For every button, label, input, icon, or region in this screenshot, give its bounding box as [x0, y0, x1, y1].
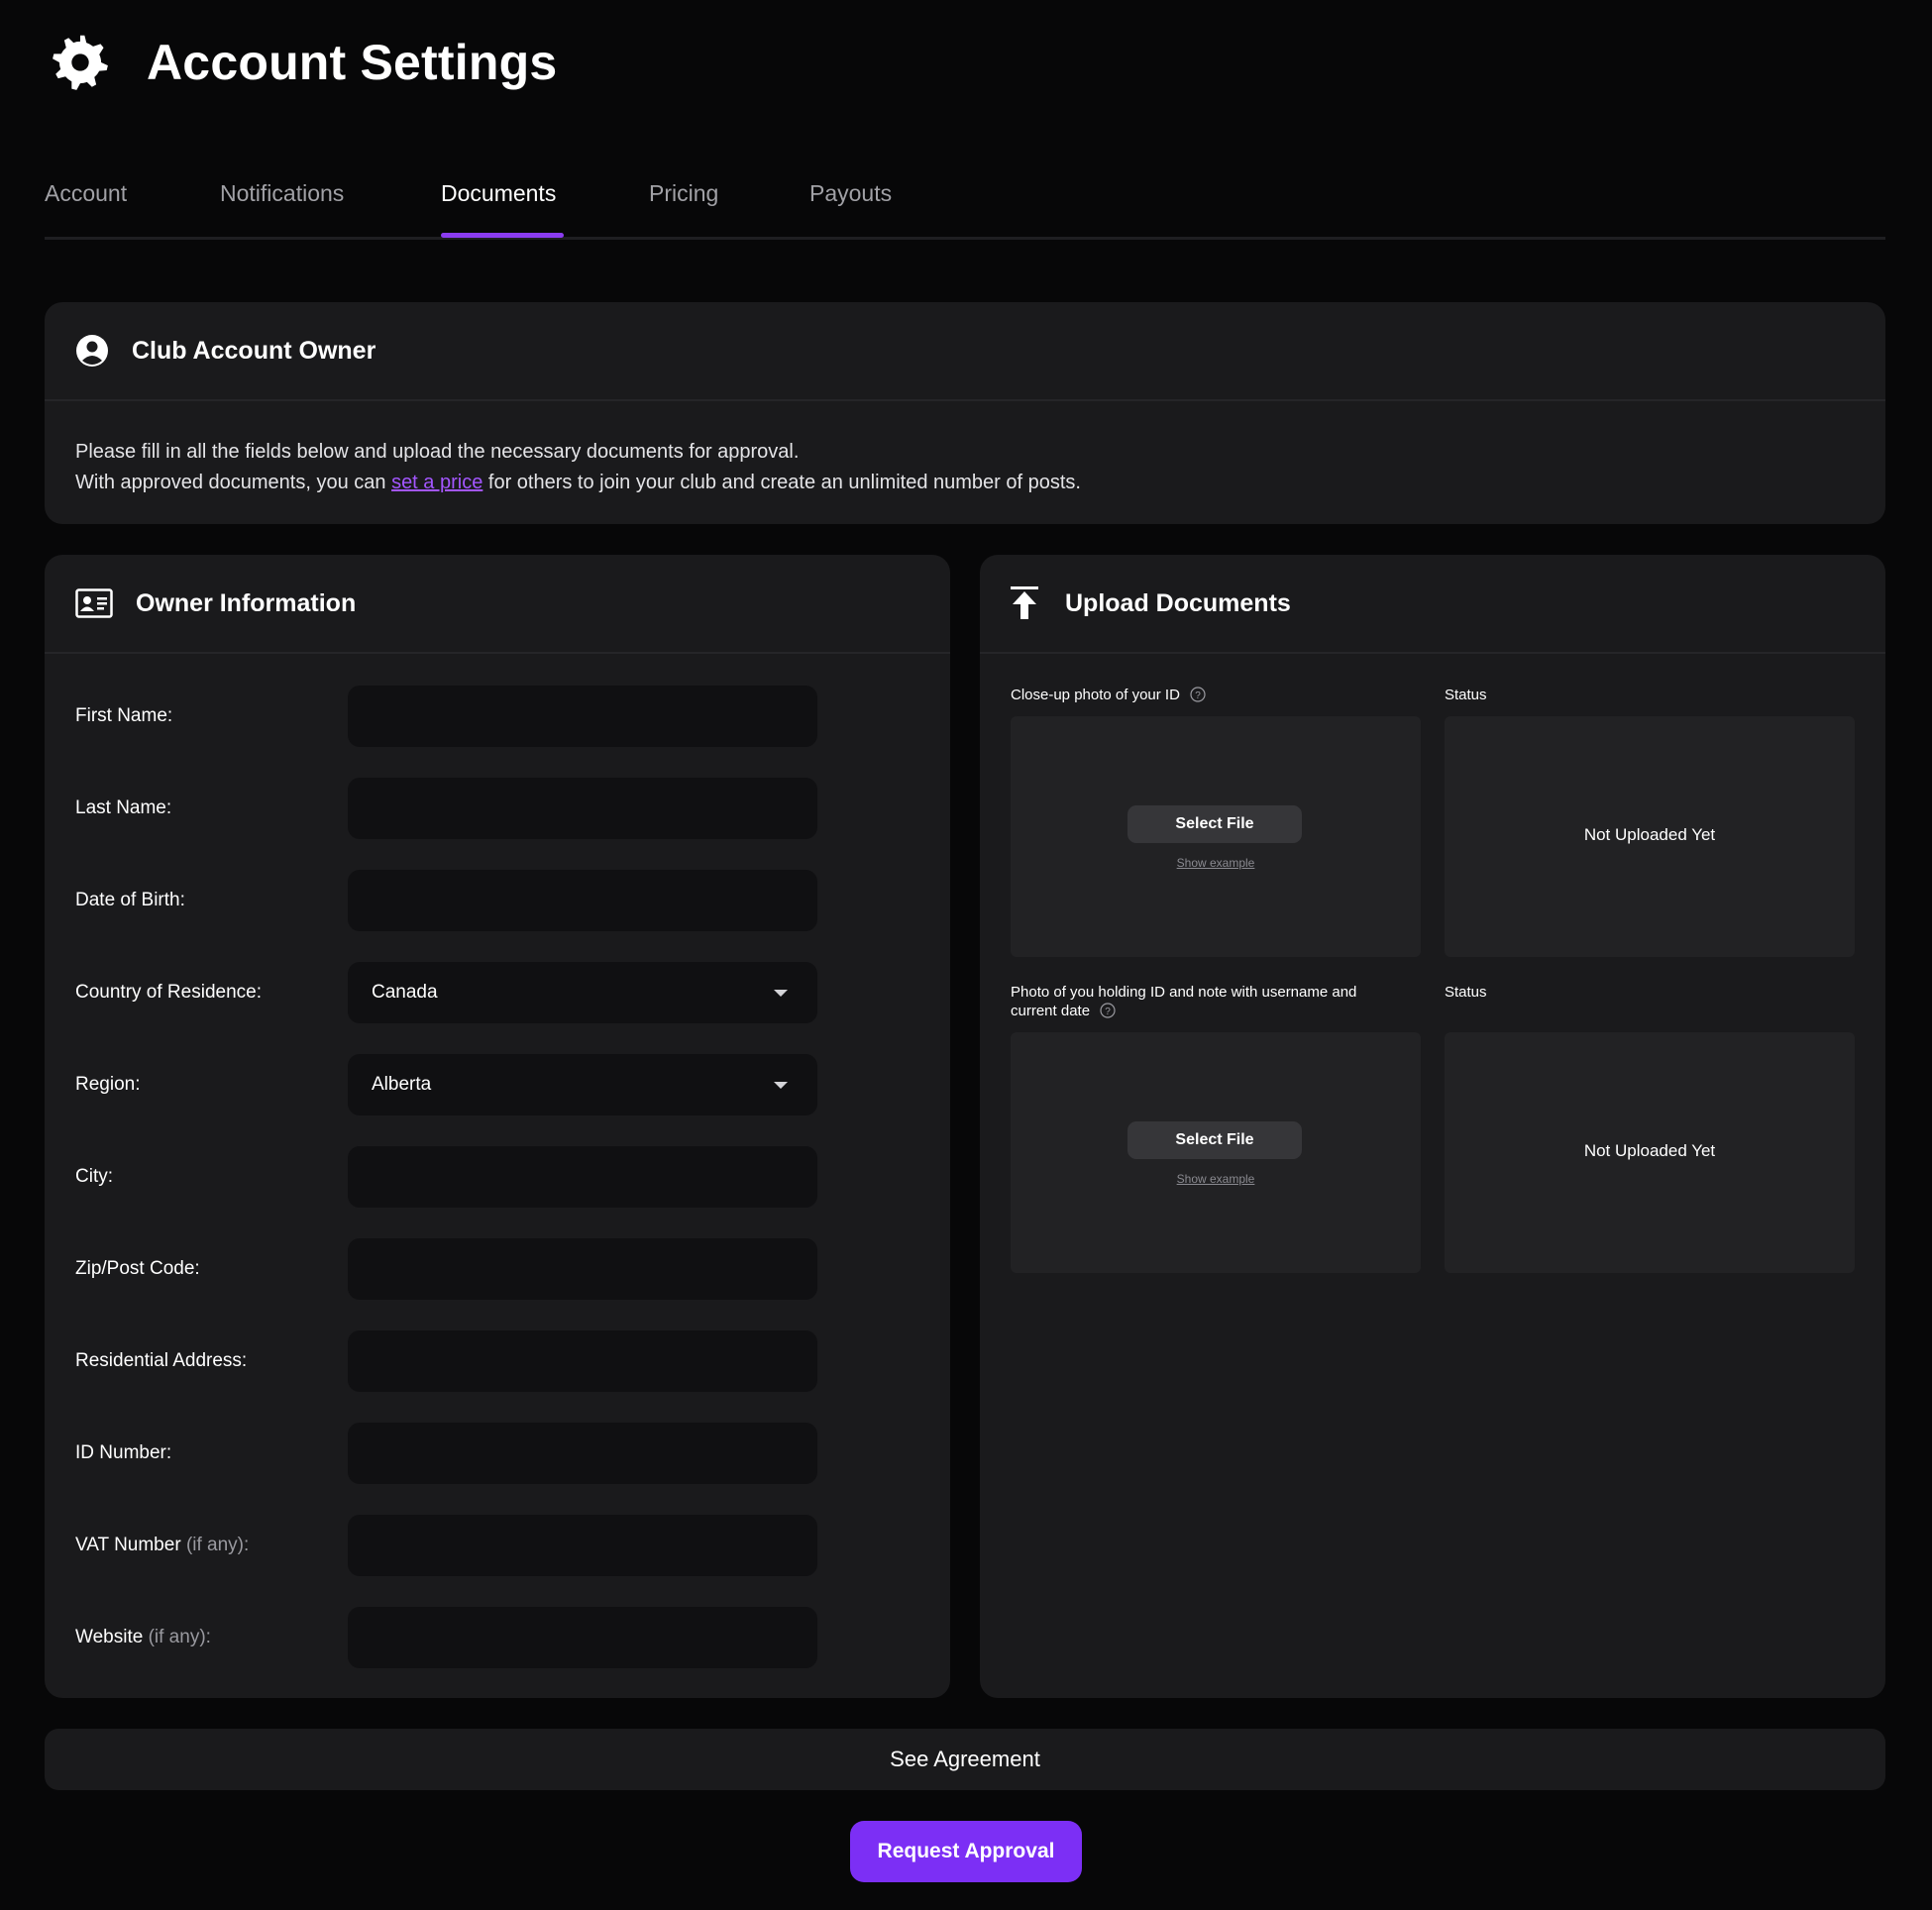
date-of-birth-row: Date of Birth: [45, 870, 950, 931]
chevron-down-icon [774, 1082, 788, 1089]
card-title: Club Account Owner [132, 336, 376, 365]
svg-text:?: ? [1195, 690, 1201, 701]
address-label: Residential Address: [75, 1350, 248, 1371]
zip-row: Zip/Post Code: [45, 1238, 950, 1300]
id-selfie-label-line1: Photo of you holding ID and note with us… [1011, 984, 1357, 1001]
status-badge: Not Uploaded Yet [1583, 1141, 1716, 1160]
vat-label-text: VAT Number [75, 1535, 181, 1555]
intro-line-1: Please fill in all the fields below and … [75, 441, 800, 463]
id-photo-label: Close-up photo of your ID ? [1011, 686, 1206, 704]
intro-text-before: With approved documents, you can [75, 472, 392, 493]
vat-label: VAT Number (if any): [75, 1535, 249, 1556]
website-row: Website (if any): [45, 1607, 950, 1668]
upload-arrow-icon [1011, 586, 1038, 619]
card-header: Owner Information [45, 555, 950, 654]
address-input[interactable] [348, 1330, 817, 1392]
country-row: Country of Residence: Canada [45, 962, 950, 1023]
city-input[interactable] [348, 1146, 817, 1208]
status-badge: Not Uploaded Yet [1583, 825, 1716, 844]
request-approval-button[interactable]: Request Approval [850, 1821, 1082, 1882]
upload-documents-card: Upload Documents Close-up photo of your … [980, 555, 1885, 1698]
select-file-button[interactable]: Select File [1127, 1121, 1302, 1159]
region-label: Region: [75, 1074, 141, 1095]
card-title: Upload Documents [1065, 588, 1291, 617]
vat-input[interactable] [348, 1515, 817, 1576]
tab-pricing[interactable]: Pricing [649, 180, 718, 207]
id-selfie-dropzone[interactable]: Select File Show example [1011, 1032, 1421, 1273]
website-label: Website (if any): [75, 1627, 211, 1648]
help-circle-icon[interactable]: ? [1190, 687, 1206, 702]
select-file-button[interactable]: Select File [1127, 805, 1302, 843]
zip-input[interactable] [348, 1238, 817, 1300]
last-name-input[interactable] [348, 778, 817, 839]
zip-label: Zip/Post Code: [75, 1258, 200, 1279]
date-of-birth-label: Date of Birth: [75, 890, 185, 910]
set-price-link[interactable]: set a price [391, 472, 483, 493]
tab-account[interactable]: Account [45, 180, 127, 207]
show-example-link[interactable]: Show example [1011, 1172, 1421, 1186]
website-optional-hint: (if any): [148, 1627, 211, 1647]
country-selected-value: Canada [372, 982, 438, 1003]
first-name-label: First Name: [75, 705, 173, 726]
tab-notifications[interactable]: Notifications [220, 180, 344, 207]
intro-text-after: for others to join your club and create … [483, 472, 1081, 493]
region-row: Region: Alberta [45, 1054, 950, 1115]
id-photo-status-label: Status [1445, 687, 1487, 703]
id-selfie-status-box: Not Uploaded Yet [1445, 1032, 1855, 1273]
id-number-input[interactable] [348, 1423, 817, 1484]
see-agreement-button[interactable]: See Agreement [45, 1729, 1885, 1790]
intro-line-2: With approved documents, you can set a p… [75, 468, 1855, 498]
city-row: City: [45, 1146, 950, 1208]
card-header: Club Account Owner [45, 302, 1885, 401]
owner-information-card: Owner Information First Name: Last Name:… [45, 555, 950, 1698]
active-tab-indicator [441, 233, 564, 238]
chevron-down-icon [774, 990, 788, 997]
region-selected-value: Alberta [372, 1074, 432, 1095]
user-circle-icon [76, 335, 108, 367]
id-photo-dropzone[interactable]: Select File Show example [1011, 716, 1421, 957]
club-account-owner-card: Club Account Owner Please fill in all th… [45, 302, 1885, 524]
country-select[interactable]: Canada [348, 962, 817, 1023]
first-name-row: First Name: [45, 686, 950, 747]
date-of-birth-input[interactable] [348, 870, 817, 931]
help-circle-icon[interactable]: ? [1100, 1003, 1116, 1018]
address-row: Residential Address: [45, 1330, 950, 1392]
last-name-row: Last Name: [45, 778, 950, 839]
gear-icon [53, 35, 108, 90]
intro-text: Please fill in all the fields below and … [45, 401, 1885, 498]
page-title: Account Settings [147, 35, 558, 90]
website-label-text: Website [75, 1627, 144, 1647]
card-title: Owner Information [136, 588, 357, 617]
tab-payouts[interactable]: Payouts [809, 180, 892, 207]
show-example-link[interactable]: Show example [1011, 856, 1421, 870]
id-photo-status-box: Not Uploaded Yet [1445, 716, 1855, 957]
vat-row: VAT Number (if any): [45, 1515, 950, 1576]
id-selfie-label-line2: current date [1011, 1003, 1091, 1019]
tab-documents[interactable]: Documents [441, 180, 556, 207]
id-selfie-label: Photo of you holding ID and note with us… [1011, 983, 1427, 1020]
id-number-row: ID Number: [45, 1423, 950, 1484]
tab-bar: Account Notifications Documents Pricing … [45, 168, 1885, 240]
city-label: City: [75, 1166, 113, 1187]
id-photo-label-text: Close-up photo of your ID [1011, 687, 1180, 703]
card-header: Upload Documents [980, 555, 1885, 654]
last-name-label: Last Name: [75, 797, 172, 818]
website-input[interactable] [348, 1607, 817, 1668]
id-card-icon [75, 588, 113, 618]
country-label: Country of Residence: [75, 982, 262, 1003]
vat-optional-hint: (if any): [185, 1535, 250, 1555]
first-name-input[interactable] [348, 686, 817, 747]
id-number-label: ID Number: [75, 1442, 172, 1463]
id-selfie-status-label: Status [1445, 984, 1487, 1001]
region-select[interactable]: Alberta [348, 1054, 817, 1115]
svg-text:?: ? [1105, 1007, 1111, 1017]
page-header: Account Settings [50, 28, 557, 97]
